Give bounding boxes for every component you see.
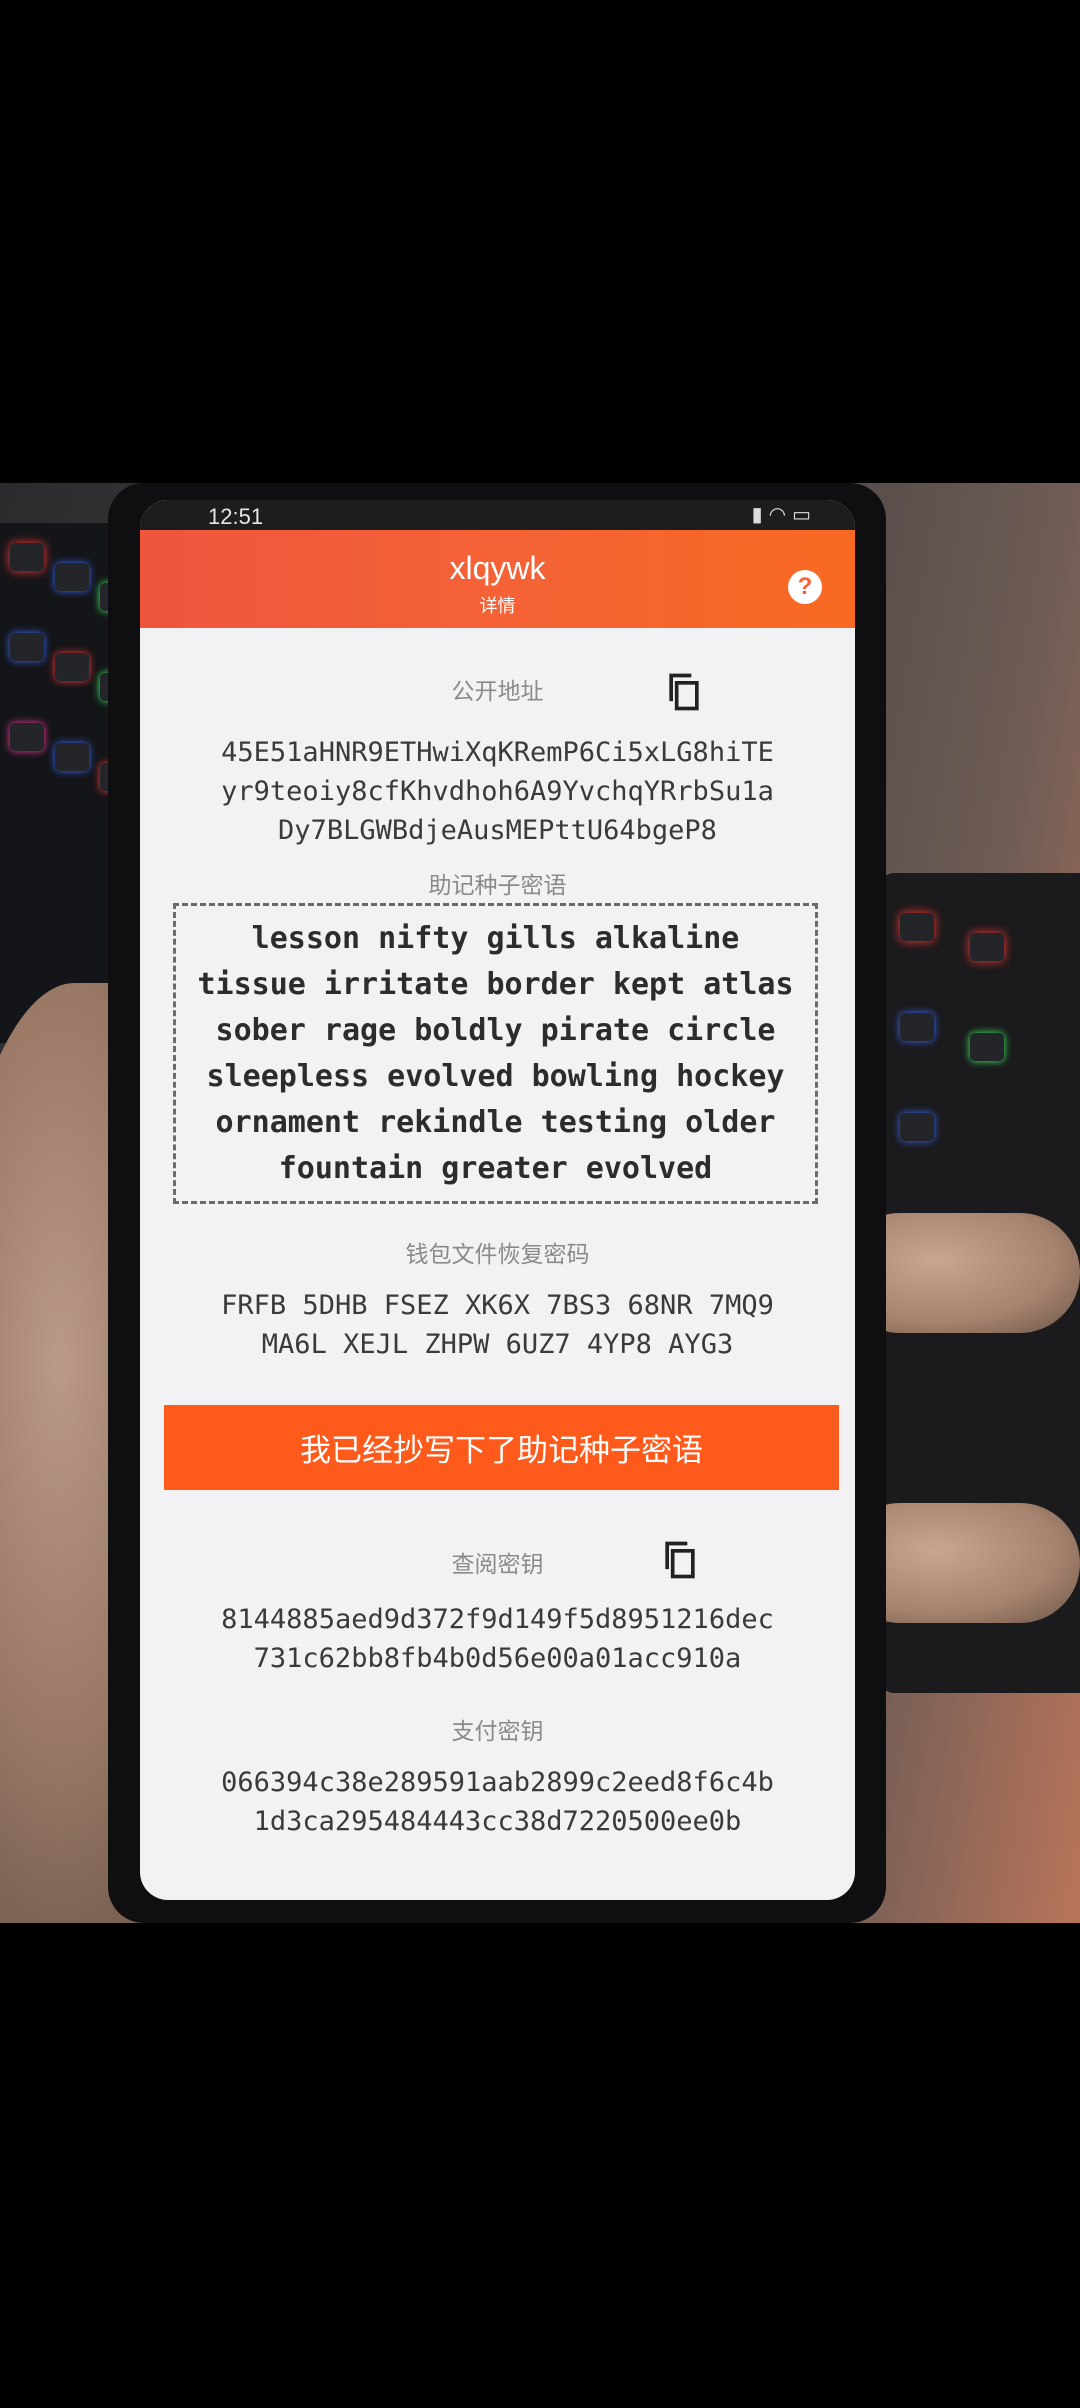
- mnemonic-words: lesson nifty gills alkaline tissue irrit…: [176, 916, 815, 1192]
- mnemonic-line: lesson nifty gills alkaline: [251, 921, 740, 956]
- mnemonic-box: lesson nifty gills alkaline tissue irrit…: [173, 903, 818, 1204]
- content-area: 公开地址 45E51aHNR9ETHwiXqKRemP6Ci5xLG8hiTE …: [140, 0, 855, 2408]
- confirm-written-button[interactable]: 我已经抄写下了助记种子密语: [164, 1405, 839, 1490]
- mnemonic-line: tissue irritate border kept atlas: [197, 967, 794, 1002]
- public-address-label: 公开地址: [451, 678, 544, 704]
- mnemonic-line: sleepless evolved bowling hockey: [206, 1059, 785, 1094]
- public-address-line: Dy7BLGWBdjeAusMEPttU64bgeP8: [278, 815, 717, 846]
- public-address-line: yr9teoiy8cfKhvdhoh6A9YvchqYRrbSu1a: [221, 776, 774, 807]
- mnemonic-line: fountain greater evolved: [278, 1151, 713, 1186]
- mnemonic-line: sober rage boldly pirate circle: [215, 1013, 776, 1048]
- mnemonic-line: ornament rekindle testing older: [215, 1105, 776, 1140]
- mnemonic-label: 助记种子密语: [428, 872, 567, 898]
- copy-icon[interactable]: [662, 670, 706, 714]
- public-address-line: 45E51aHNR9ETHwiXqKRemP6Ci5xLG8hiTE: [221, 737, 774, 768]
